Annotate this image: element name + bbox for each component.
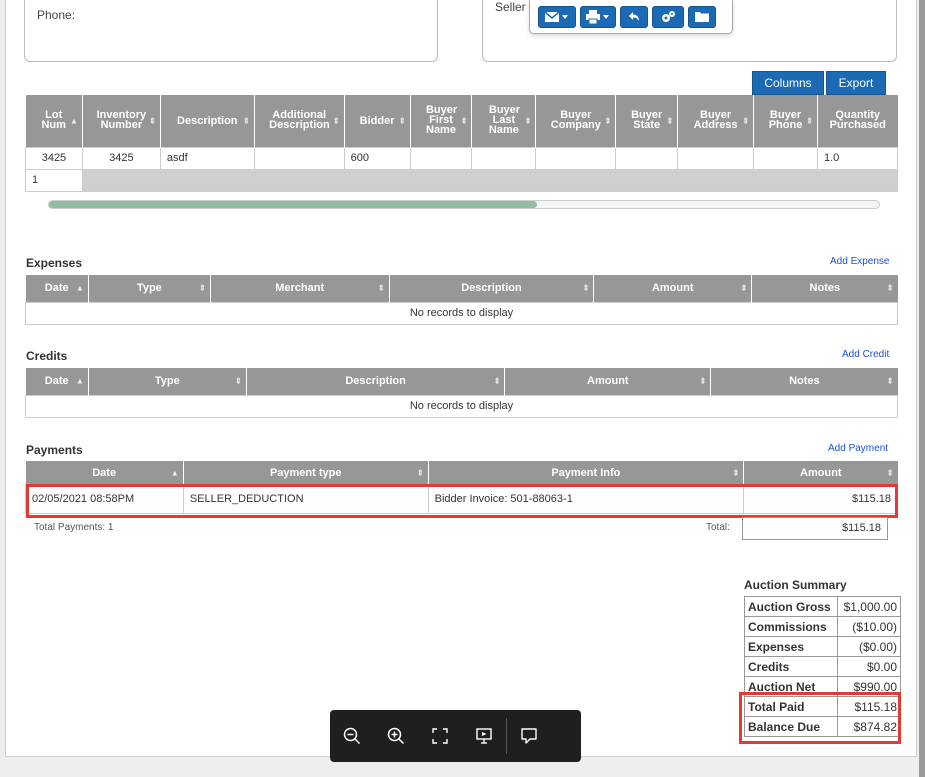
zoom-out-icon[interactable] — [330, 710, 374, 762]
total-payments-count: Total Payments: 1 — [34, 522, 114, 533]
cell-quantity-purchased: 1.0 — [816, 146, 899, 170]
col-type[interactable]: Type ⇕ — [88, 275, 211, 302]
lots-table: Lot Num ▲ Inventory Number ⇕ Description ⇕ … — [25, 95, 899, 192]
email-icon[interactable] — [538, 5, 576, 28]
col-bidder[interactable]: Bidder ⇕ — [344, 95, 411, 147]
col-amount[interactable]: Amount ⇕ — [593, 275, 753, 302]
summary-label: Auction Gross — [743, 596, 839, 617]
col-description[interactable]: Description ⇕ — [389, 275, 595, 302]
columns-button[interactable]: Columns — [752, 71, 824, 95]
horizontal-scrollbar[interactable] — [48, 200, 880, 209]
scrollbar-thumb[interactable] — [49, 201, 537, 208]
summary-value: $0.00 — [837, 656, 901, 677]
col-description[interactable]: Description ⇕ — [246, 368, 506, 395]
expenses-title: Expenses — [26, 256, 83, 270]
pager-fill — [81, 168, 899, 192]
contact-box-left: Phone: — [24, 0, 438, 62]
total-label: Total: — [706, 522, 730, 533]
settings-icon[interactable] — [652, 5, 684, 28]
add-payment-link[interactable]: Add Payment — [828, 443, 888, 454]
payment-row-highlight — [26, 484, 898, 518]
summary-label: Commissions — [743, 616, 839, 637]
col-payment-info[interactable]: Payment Info ⇕ — [428, 461, 745, 485]
add-credit-link[interactable]: Add Credit — [842, 349, 889, 360]
col-lot-num[interactable]: Lot Num ▲ — [25, 95, 83, 147]
expenses-empty-message: No records to display — [25, 301, 898, 325]
summary-label: Credits — [743, 656, 839, 677]
col-buyer-last-name[interactable]: Buyer Last Name ⇕ — [471, 95, 537, 147]
vertical-scrollbar[interactable] — [919, 0, 925, 777]
cell-inventory-number: 3425 — [81, 146, 161, 170]
payments-title: Payments — [26, 443, 83, 457]
summary-value: ($10.00) — [837, 616, 901, 637]
folder-icon[interactable] — [688, 5, 716, 28]
cell-buyer-company — [535, 146, 617, 170]
summary-highlight — [739, 692, 901, 744]
col-date[interactable]: Date ▲ — [25, 368, 89, 395]
export-button[interactable]: Export — [826, 71, 886, 95]
col-notes[interactable]: Notes ⇕ — [751, 275, 898, 302]
col-quantity-purchased[interactable]: Quantity Purchased — [817, 95, 898, 147]
col-description[interactable]: Description ⇕ — [160, 95, 255, 147]
viewer-toolbar — [330, 710, 581, 762]
cell-lot-num: 3425 — [25, 146, 83, 170]
col-date[interactable]: Date ▲ — [25, 461, 184, 485]
col-buyer-phone[interactable]: Buyer Phone ⇕ — [753, 95, 818, 147]
fullscreen-icon[interactable] — [418, 710, 462, 762]
summary-label: Expenses — [743, 636, 839, 657]
total-value: $115.18 — [742, 517, 888, 540]
col-type[interactable]: Type ⇕ — [88, 368, 247, 395]
col-buyer-first-name[interactable]: Buyer First Name ⇕ — [410, 95, 473, 147]
cell-buyer-state — [615, 146, 679, 170]
print-icon[interactable] — [580, 5, 616, 28]
col-merchant[interactable]: Merchant ⇕ — [210, 275, 390, 302]
col-inventory-number[interactable]: Inventory Number ⇕ — [82, 95, 161, 147]
pager-row: 1 — [25, 168, 899, 192]
col-payment-type[interactable]: Payment type ⇕ — [183, 461, 429, 485]
cell-description: asdf — [159, 146, 255, 170]
col-amount[interactable]: Amount ⇕ — [504, 368, 712, 395]
col-date[interactable]: Date ▲ — [25, 275, 89, 302]
cell-buyer-phone — [753, 146, 818, 170]
col-amount[interactable]: Amount ⇕ — [743, 461, 898, 485]
cell-buyer-first-name — [409, 146, 473, 170]
pager-page[interactable]: 1 — [25, 168, 83, 192]
cell-bidder: 600 — [343, 146, 411, 170]
lots-header-row: Lot Num ▲ Inventory Number ⇕ Description ⇕ … — [25, 95, 898, 147]
expenses-table: Date ▲ Type ⇕ Merchant ⇕ Description ⇕ Amoun… — [25, 275, 898, 325]
phone-label: Phone: — [37, 8, 76, 22]
col-additional-description[interactable]: Additional Description ⇕ — [254, 95, 345, 147]
action-toolbar — [529, 0, 733, 34]
auction-summary-title: Auction Summary — [744, 578, 847, 592]
undo-icon[interactable] — [620, 5, 648, 28]
comment-icon[interactable] — [507, 710, 551, 762]
cell-additional-description — [253, 146, 345, 170]
present-icon[interactable] — [462, 710, 506, 762]
col-buyer-state[interactable]: Buyer State ⇕ — [615, 95, 679, 147]
col-buyer-company[interactable]: Buyer Company ⇕ — [535, 95, 617, 147]
main-panel: Phone: Seller Columns Export Lot Num ▲ In… — [5, 0, 917, 757]
cell-buyer-last-name — [471, 146, 537, 170]
zoom-in-icon[interactable] — [374, 710, 418, 762]
credits-title: Credits — [26, 349, 68, 363]
credits-table: Date ▲ Type ⇕ Description ⇕ Amount ⇕ Notes ⇕ … — [25, 368, 898, 418]
credits-empty-message: No records to display — [25, 394, 898, 418]
col-buyer-address[interactable]: Buyer Address ⇕ — [677, 95, 755, 147]
col-notes[interactable]: Notes ⇕ — [710, 368, 898, 395]
cell-buyer-address — [677, 146, 755, 170]
table-row[interactable]: 3425 3425 asdf 600 1.0 — [25, 146, 899, 170]
summary-value: $1,000.00 — [837, 596, 901, 617]
add-expense-link[interactable]: Add Expense — [830, 256, 890, 267]
seller-label: Seller — [495, 0, 526, 14]
summary-value: ($0.00) — [837, 636, 901, 657]
